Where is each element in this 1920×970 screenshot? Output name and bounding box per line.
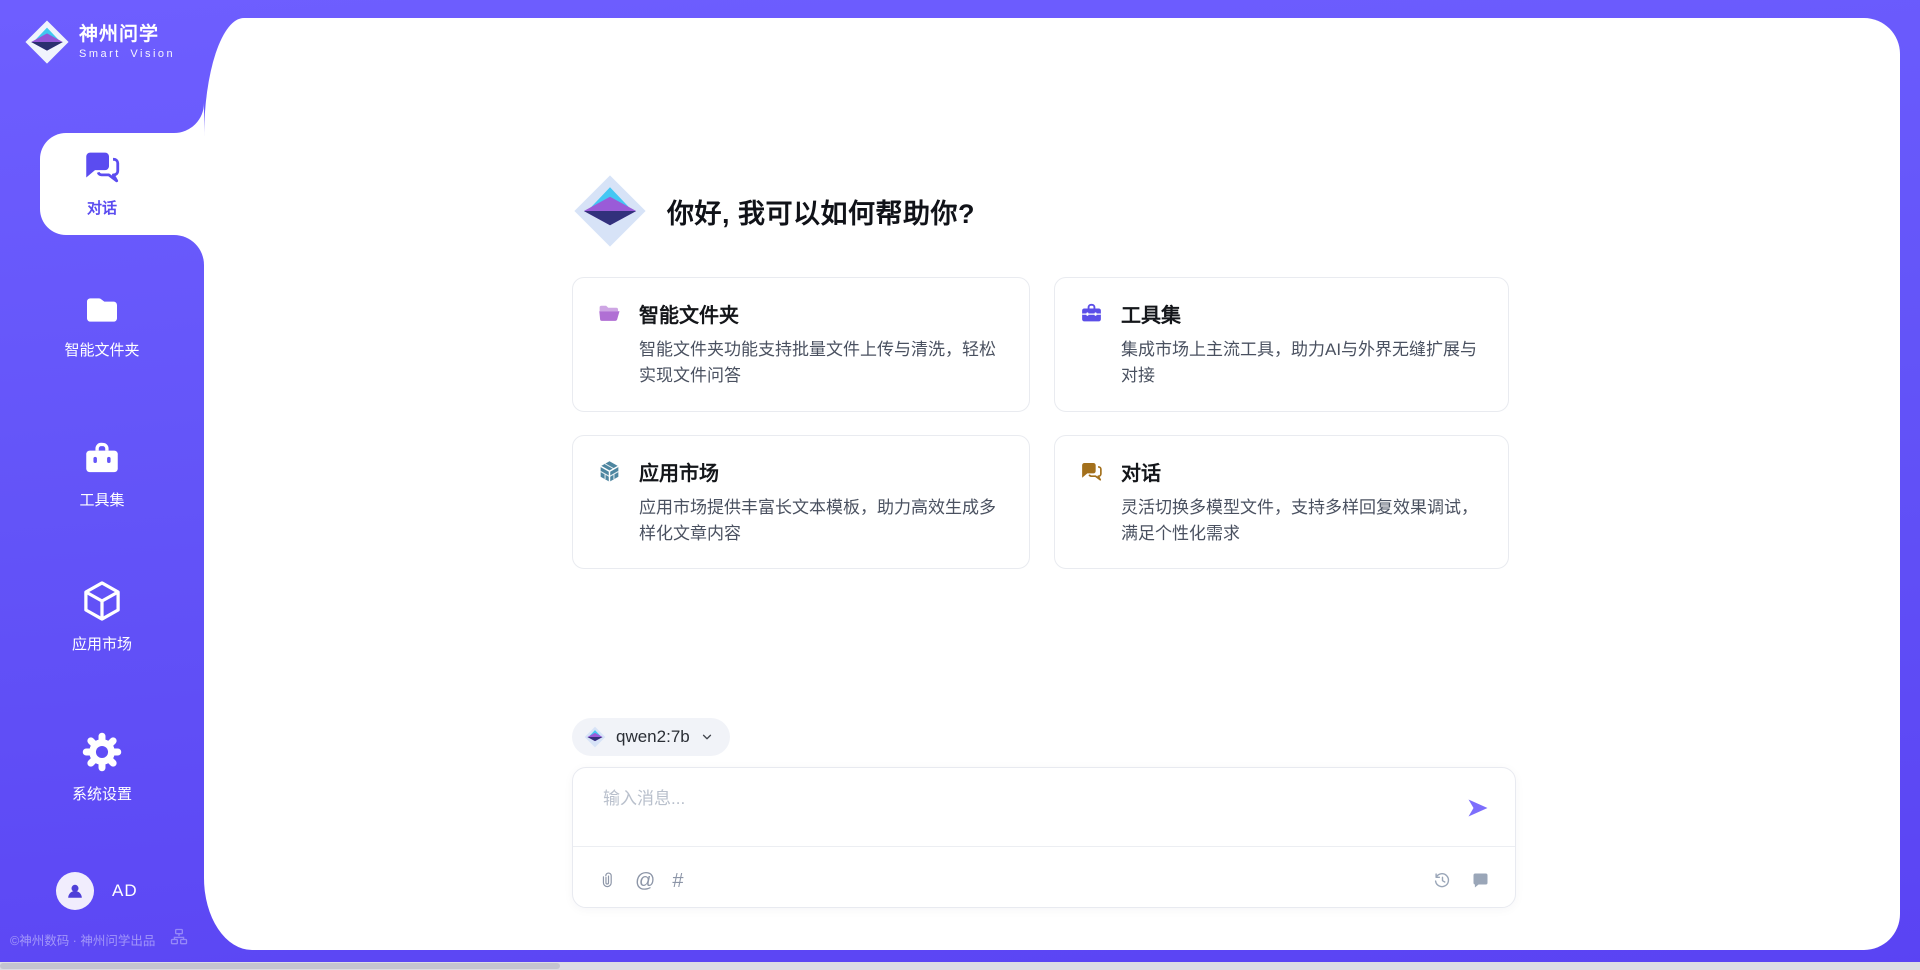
sidebar-item-label: 应用市场 [72, 633, 132, 654]
sidebar: 神州问学 Smart Vision .fillet.top::after,.fi… [0, 0, 204, 970]
send-button[interactable] [1465, 796, 1491, 822]
paperclip-icon[interactable] [599, 870, 618, 891]
toolbox-icon [80, 438, 124, 480]
composer-divider [573, 846, 1515, 847]
card-title: 对话 [1121, 457, 1161, 486]
folder-open-icon [597, 301, 622, 326]
app-logo-icon [572, 170, 648, 252]
gear-icon [80, 730, 124, 774]
greeting-title: 你好, 我可以如何帮助你? [667, 192, 975, 231]
greeting-block: 你好, 我可以如何帮助你? [572, 170, 975, 252]
brand-logo: 神州问学 Smart Vision [24, 18, 175, 66]
chevron-down-icon [700, 730, 714, 744]
user-initials: AD [112, 881, 138, 901]
message-input[interactable] [601, 782, 1451, 844]
card-smart-folder[interactable]: 智能文件夹 智能文件夹功能支持批量文件上传与清洗，轻松实现文件问答 [572, 277, 1030, 412]
user-account[interactable]: AD [56, 872, 138, 910]
chat-bubble-icon[interactable] [1470, 870, 1491, 891]
card-toolset[interactable]: 工具集 集成市场上主流工具，助力AI与外界无缝扩展与对接 [1054, 277, 1509, 412]
cube-icon [79, 578, 125, 624]
horizontal-scrollbar[interactable] [0, 962, 1920, 970]
model-name: qwen2:7b [616, 727, 690, 747]
sidebar-item-label: 智能文件夹 [64, 339, 139, 360]
avatar [56, 872, 94, 910]
feature-cards: 智能文件夹 智能文件夹功能支持批量文件上传与清洗，轻松实现文件问答 工具集 集 [572, 277, 1516, 569]
chat-icon [1079, 459, 1104, 484]
message-composer: @ # [572, 767, 1516, 908]
sidebar-item-label: 系统设置 [72, 783, 132, 804]
chat-icon [80, 146, 124, 188]
card-title: 工具集 [1121, 299, 1181, 328]
main-panel: 你好, 我可以如何帮助你? 智能文件夹 智能文件夹功能支持批量文件上传与清洗，轻… [204, 18, 1900, 950]
sidebar-item-settings[interactable]: 系统设置 [0, 730, 204, 804]
card-desc: 智能文件夹功能支持批量文件上传与清洗，轻松实现文件问答 [597, 337, 1005, 390]
hash-icon[interactable]: # [672, 871, 683, 891]
card-title: 应用市场 [639, 457, 719, 486]
send-icon [1466, 796, 1490, 820]
cube-grid-icon [597, 459, 622, 484]
card-desc: 应用市场提供丰富长文本模板，助力高效生成多样化文章内容 [597, 495, 1005, 548]
sidebar-item-label: 对话 [87, 197, 117, 218]
brand-diamond-icon [24, 18, 70, 66]
sidebar-item-chat[interactable]: 对话 [0, 146, 204, 218]
sidebar-item-smart-folder[interactable]: 智能文件夹 [0, 290, 204, 360]
toolbox-icon [1079, 301, 1104, 326]
at-icon[interactable]: @ [635, 871, 655, 891]
sitemap-watermark-icon [169, 927, 189, 952]
scrollbar-thumb[interactable] [0, 963, 560, 969]
folder-icon [80, 290, 124, 330]
app-tagline: Smart Vision [79, 48, 175, 60]
card-desc: 集成市场上主流工具，助力AI与外界无缝扩展与对接 [1079, 337, 1484, 390]
card-app-market[interactable]: 应用市场 应用市场提供丰富长文本模板，助力高效生成多样化文章内容 [572, 435, 1030, 570]
sidebar-item-toolset[interactable]: 工具集 [0, 438, 204, 510]
sidebar-footer: ©神州数码 · 神州问学出品 [10, 930, 155, 949]
history-icon[interactable] [1432, 870, 1453, 891]
model-logo-icon [584, 725, 606, 749]
card-chat[interactable]: 对话 灵活切换多模型文件，支持多样回复效果调试，满足个性化需求 [1054, 435, 1509, 570]
app-name: 神州问学 [79, 24, 175, 47]
sidebar-item-app-market[interactable]: 应用市场 [0, 578, 204, 654]
card-desc: 灵活切换多模型文件，支持多样回复效果调试，满足个性化需求 [1079, 495, 1484, 548]
card-title: 智能文件夹 [639, 299, 739, 328]
person-icon [63, 879, 87, 903]
sidebar-item-label: 工具集 [79, 489, 124, 510]
model-selector[interactable]: qwen2:7b [572, 718, 730, 756]
